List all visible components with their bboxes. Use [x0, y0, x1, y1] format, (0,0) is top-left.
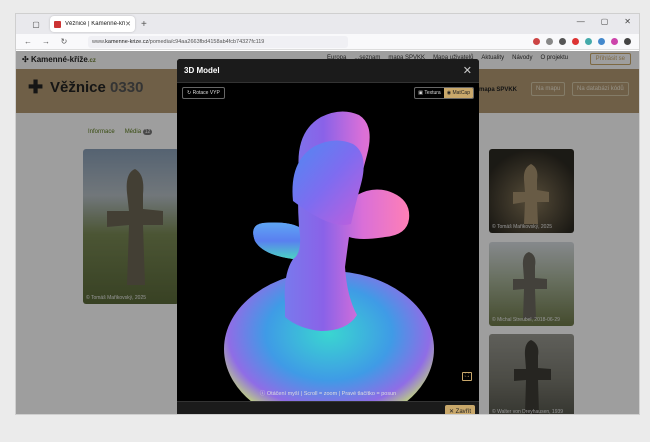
reload-icon[interactable]: ↻	[58, 37, 70, 46]
browser-tab[interactable]: Věžnice | Kamenné-kříže.cz ✕	[50, 16, 135, 32]
extension-icon[interactable]	[585, 38, 592, 45]
maximize-icon[interactable]: ▢	[601, 17, 609, 26]
model-cross-left-arm	[253, 222, 301, 259]
extensions	[533, 38, 631, 45]
tab-title: Věžnice | Kamenné-kříže.cz	[65, 21, 125, 27]
new-tab-icon[interactable]: +	[141, 19, 147, 30]
info-icon: ⓘ	[259, 391, 266, 397]
dialog-header: 3D Model ✕	[177, 59, 479, 83]
extension-icon[interactable]	[546, 38, 553, 45]
render-mode-toggle: ▣ Textura ◉ MatCap	[414, 87, 474, 99]
model-viewport[interactable]	[177, 99, 479, 401]
sphere-icon: ◉	[446, 90, 452, 96]
url-path: /pomedia/c94aa2663fbd4158ab4fcb74327fc11…	[148, 38, 265, 45]
back-icon[interactable]: ←	[22, 37, 34, 46]
dialog-footer: ✕ Zavřít	[177, 401, 479, 415]
nav-bar: ← → ↻ www. kamenne-krize.cz/pomedia/c94aa…	[16, 34, 639, 50]
model-3d-dialog: 3D Model ✕ ↻ Rotace VYP ▣ Textura ◉ MatC…	[177, 59, 479, 415]
extension-icon[interactable]	[559, 38, 566, 45]
url-domain: kamenne-krize.cz	[105, 38, 149, 45]
forward-icon[interactable]: →	[40, 37, 52, 46]
tab-strip: ▢ Věžnice | Kamenné-kříže.cz ✕ + — ▢ ✕	[16, 14, 639, 34]
favicon-icon	[54, 20, 61, 28]
minimize-icon[interactable]: —	[577, 17, 585, 26]
extension-icon[interactable]	[598, 38, 605, 45]
close-icon[interactable]: ✕	[463, 64, 472, 77]
browser-window: ▢ Věžnice | Kamenné-kříže.cz ✕ + — ▢ ✕ ←…	[15, 13, 640, 415]
close-icon: ✕	[448, 409, 454, 415]
matcap-button[interactable]: ◉ MatCap	[443, 88, 473, 98]
extension-icon[interactable]	[533, 38, 540, 45]
close-tab-icon[interactable]: ✕	[125, 20, 131, 28]
fullscreen-icon[interactable]: ⛶	[462, 372, 472, 381]
extension-icon[interactable]	[572, 38, 579, 45]
dialog-title: 3D Model	[184, 66, 220, 75]
extension-icon[interactable]	[611, 38, 618, 45]
rotate-toggle-button[interactable]: ↻ Rotace VYP	[182, 87, 225, 99]
image-icon: ▣	[418, 90, 423, 96]
close-button[interactable]: ✕ Zavřít	[444, 405, 475, 415]
url-prefix: www.	[92, 38, 106, 45]
texture-button[interactable]: ▣ Textura	[415, 88, 443, 98]
refresh-icon: ↻	[187, 90, 192, 96]
address-bar[interactable]: www. kamenne-krize.cz/pomedia/c94aa2663fb…	[88, 35, 348, 48]
close-window-icon[interactable]: ✕	[624, 17, 631, 26]
controls-hint: ⓘ Otáčení myší | Scroll = zoom | Pravé t…	[259, 391, 397, 397]
menu-icon[interactable]	[624, 38, 631, 45]
tab-overview-icon[interactable]: ▢	[28, 16, 44, 32]
